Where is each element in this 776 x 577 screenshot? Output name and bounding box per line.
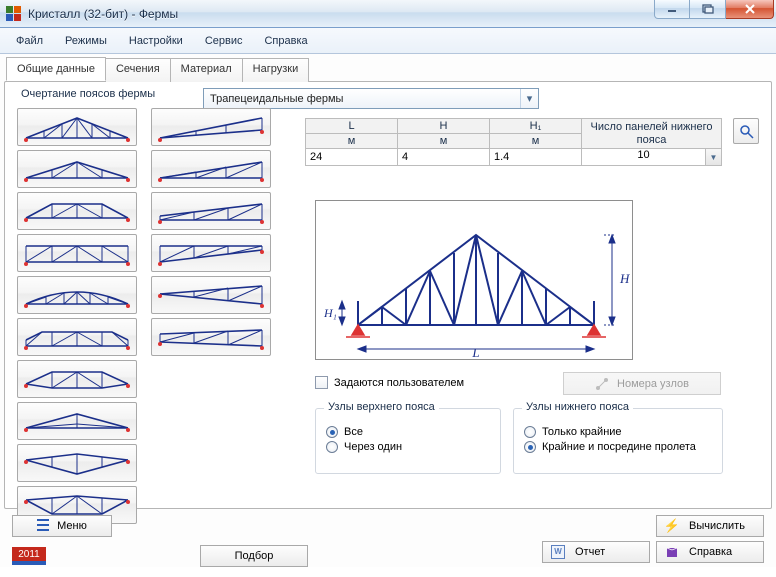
tab-strip: Общие данные Сечения Материал Нагрузки [6,57,774,81]
radio-top-alternate[interactable] [326,441,338,453]
minimize-button[interactable] [654,0,690,19]
section-heading: Очертание поясов фермы [21,88,155,100]
svg-text:H: H [619,271,630,286]
menu-modes[interactable]: Режимы [55,31,117,51]
word-icon: W [551,545,565,559]
input-panels[interactable]: 10▼ [582,149,722,166]
group-bottom-chord-nodes: Узлы нижнего пояса Только крайние Крайни… [513,408,723,474]
truss-type-value: Трапецеидальные фермы [204,93,520,105]
col-L: L [306,119,398,134]
radio-bottom-edges[interactable] [524,426,536,438]
help-button[interactable]: Справка [656,541,764,563]
truss-shape-1[interactable] [17,108,137,146]
group-top-chord-nodes: Узлы верхнего пояса Все Через один [315,408,501,474]
parameter-table: L H H₁ Число панелей нижнего пояса м м м… [305,118,722,166]
truss-shape-6[interactable] [17,318,137,356]
truss-diagram: L H H₁ [315,200,633,360]
window-title: Кристалл (32-бит) - Фермы [28,7,178,21]
input-H1[interactable]: 1.4 [490,149,582,166]
truss-shape-12[interactable] [151,150,271,188]
tab-loads[interactable]: Нагрузки [242,58,310,82]
truss-type-combo[interactable]: Трапецеидальные фермы ▾ [203,88,539,109]
client-area: Общие данные Сечения Материал Нагрузки О… [0,54,776,567]
truss-shape-7[interactable] [17,360,137,398]
col-H1: H₁ [490,119,582,134]
radio-bottom-edges-mid[interactable] [524,441,536,453]
bottom-bar: Меню 2011 Подбор ⚡ Вычислить W Отчет Спр… [4,515,772,577]
truss-shape-5[interactable] [17,276,137,314]
truss-shape-14[interactable] [151,234,271,272]
app-icon [6,6,22,22]
calculate-button[interactable]: ⚡ Вычислить [656,515,764,537]
titlebar: Кристалл (32-бит) - Фермы [0,0,776,28]
maximize-icon [702,4,714,14]
col-H: H [398,119,490,134]
menu-button[interactable]: Меню [12,515,112,537]
selection-button[interactable]: Подбор [200,545,308,567]
menu-file[interactable]: Файл [6,31,53,51]
tab-material[interactable]: Материал [170,58,243,82]
truss-shape-8[interactable] [17,402,137,440]
menubar: Файл Режимы Настройки Сервис Справка [0,28,776,54]
user-defined-label: Задаются пользователем [334,377,464,389]
svg-text:H₁: H₁ [323,306,337,320]
unit-L: м [306,134,398,149]
menu-help[interactable]: Справка [254,31,317,51]
truss-shape-2[interactable] [17,150,137,188]
report-button[interactable]: W Отчет [542,541,650,563]
svg-text:L: L [471,345,479,359]
bolt-icon: ⚡ [665,519,679,533]
unit-H: м [398,134,490,149]
book-icon [665,545,679,559]
nodes-icon [595,377,609,391]
chevron-down-icon: ▾ [520,89,538,108]
magnifier-button[interactable] [733,118,759,144]
truss-shape-13[interactable] [151,192,271,230]
chevron-down-icon[interactable]: ▼ [705,149,721,165]
menu-settings[interactable]: Настройки [119,31,193,51]
menu-service[interactable]: Сервис [195,31,253,51]
menu-icon [37,519,49,533]
truss-shape-3[interactable] [17,192,137,230]
truss-shape-4[interactable] [17,234,137,272]
group-top-legend: Узлы верхнего пояса [324,401,439,413]
tab-general[interactable]: Общие данные [6,57,106,81]
unit-H1: м [490,134,582,149]
close-icon [744,4,756,14]
group-bottom-legend: Узлы нижнего пояса [522,401,633,413]
node-numbers-button: Номера узлов [563,372,721,395]
magnifier-icon [739,124,754,139]
truss-shape-15[interactable] [151,276,271,314]
truss-shape-9[interactable] [17,444,137,482]
radio-top-all[interactable] [326,426,338,438]
maximize-button[interactable] [690,0,726,19]
minimize-icon [667,5,677,13]
truss-shape-16[interactable] [151,318,271,356]
close-button[interactable] [726,0,774,19]
input-L[interactable]: 24 [306,149,398,166]
year-badge: 2011 [12,547,46,565]
truss-shape-11[interactable] [151,108,271,146]
input-H[interactable]: 4 [398,149,490,166]
tab-sections[interactable]: Сечения [105,58,171,82]
tab-body: Очертание поясов фермы Трапецеидальные ф… [4,81,772,509]
user-defined-checkbox[interactable] [315,376,328,389]
col-panels: Число панелей нижнего пояса [582,119,722,149]
